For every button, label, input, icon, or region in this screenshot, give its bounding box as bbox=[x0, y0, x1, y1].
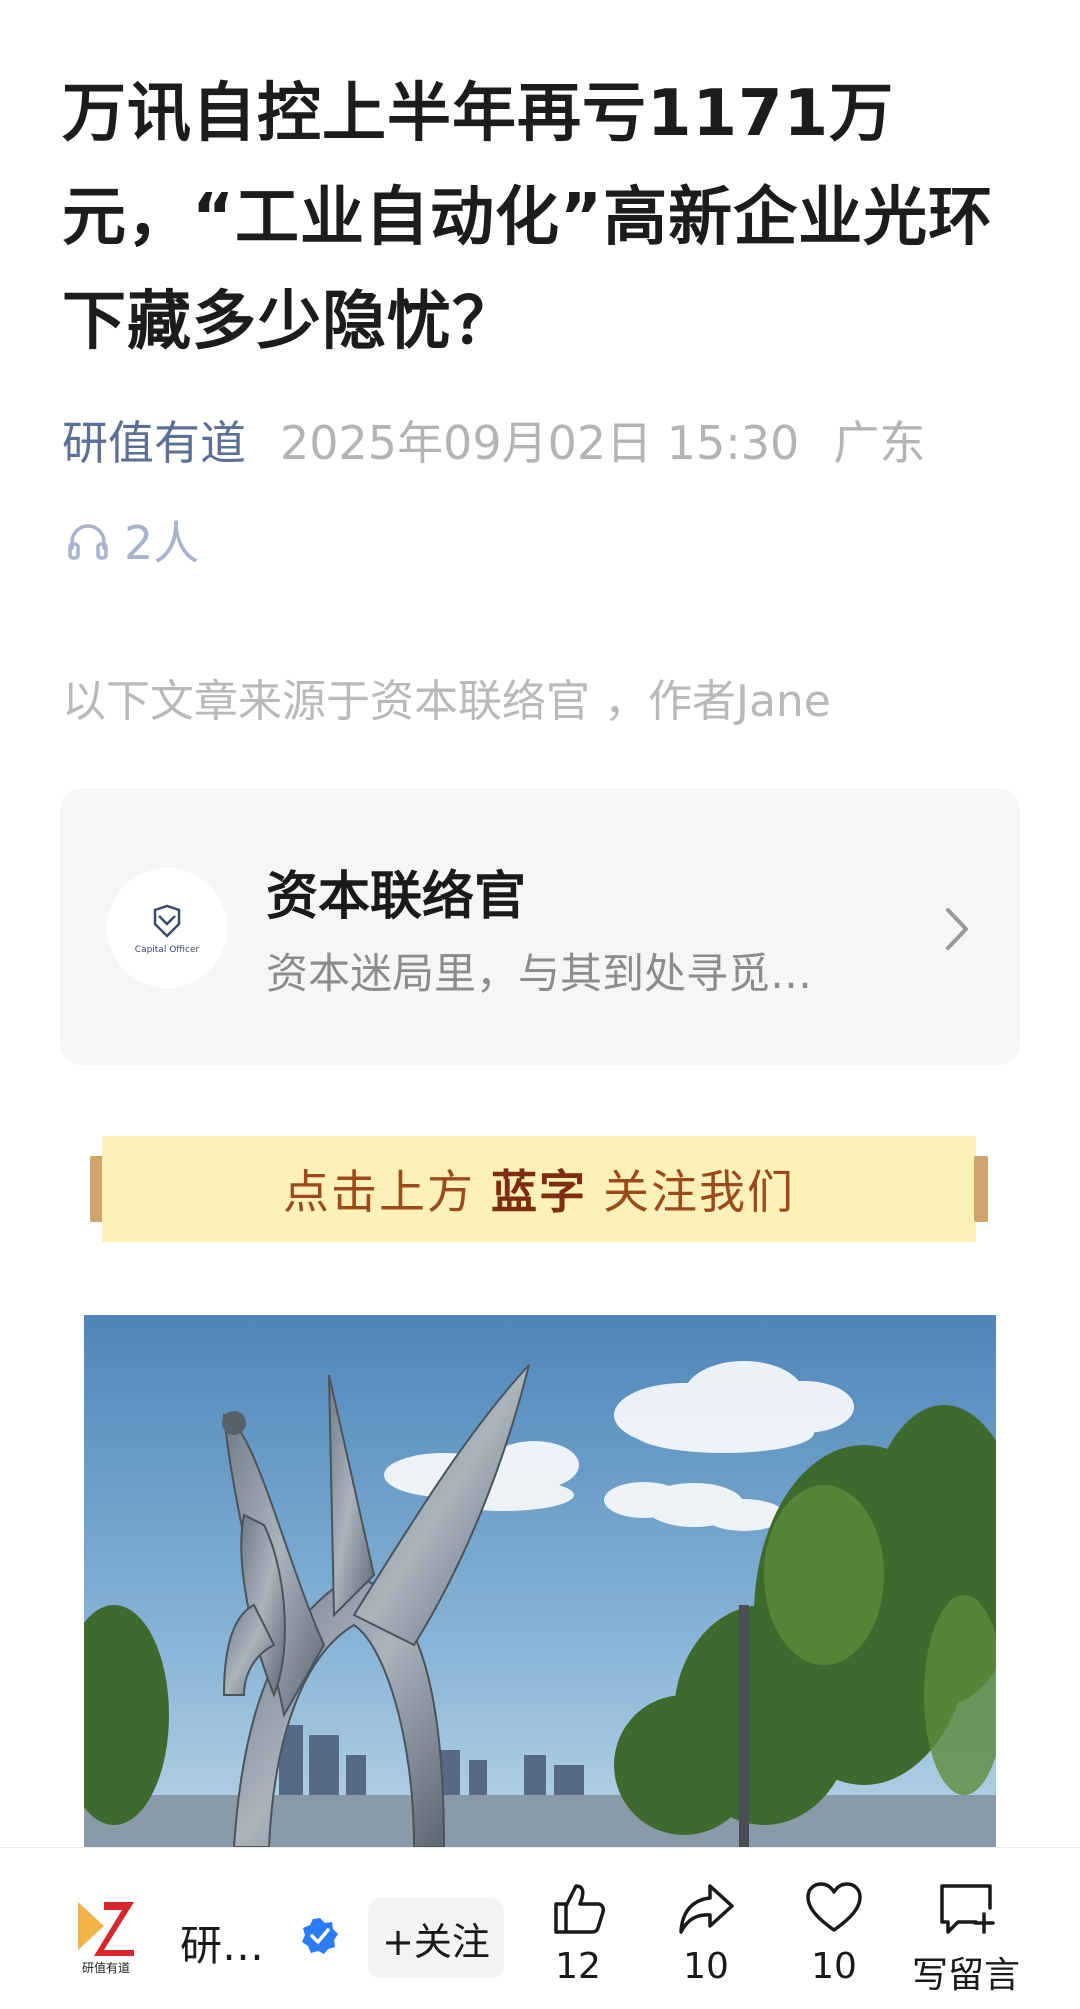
share-count: 10 bbox=[683, 1946, 729, 1987]
publish-location: 广东 bbox=[833, 416, 926, 470]
author-link[interactable]: 研值有道 bbox=[62, 416, 246, 470]
favorite-button[interactable]: 10 bbox=[764, 1878, 904, 1998]
share-arrow-icon bbox=[679, 1884, 734, 1934]
banner-right-cap bbox=[974, 1156, 988, 1222]
heart-icon bbox=[806, 1882, 862, 1932]
article-meta: 研值有道 2025年09月02日 15:30 广东 bbox=[62, 408, 1022, 478]
source-description: 资本迷局里，与其到处寻觅… bbox=[266, 949, 813, 998]
capital-officer-logo-icon bbox=[153, 904, 181, 938]
comment-add-icon bbox=[940, 1884, 995, 1934]
banner-prefix: 点击上方 bbox=[283, 1165, 475, 1219]
comment-button[interactable]: 写留言 bbox=[892, 1878, 1040, 1998]
brand-logo-text: 研值有道 bbox=[82, 1960, 130, 1975]
banner-highlight: 蓝字 bbox=[491, 1165, 587, 1219]
like-button[interactable]: 12 bbox=[508, 1878, 648, 1998]
source-avatar: Capital Officer bbox=[107, 868, 227, 988]
thumbs-up-icon bbox=[554, 1884, 605, 1934]
follow-banner[interactable]: 点击上方 蓝字 关注我们 bbox=[88, 1136, 990, 1242]
follow-button[interactable]: +关注 bbox=[368, 1898, 504, 1978]
banner-suffix: 关注我们 bbox=[603, 1165, 795, 1219]
bottom-action-bar: 研值有道 研… +关注 12 10 10 写留言 bbox=[0, 1847, 1080, 2009]
publish-datetime: 2025年09月02日 15:30 bbox=[280, 416, 800, 470]
source-account-card[interactable]: Capital Officer 资本联络官 资本迷局里，与其到处寻觅… bbox=[60, 788, 1020, 1065]
headphones-icon bbox=[68, 524, 108, 560]
brand-logo-icon: 研值有道 bbox=[74, 1896, 138, 1975]
banner-text: 点击上方 蓝字 关注我们 bbox=[102, 1136, 976, 1242]
favorite-count: 10 bbox=[811, 1946, 857, 1987]
sculpture-photo-image bbox=[84, 1315, 996, 1847]
brand-logo[interactable]: 研值有道 bbox=[74, 1896, 138, 1980]
source-logo-text: Capital Officer bbox=[134, 944, 200, 955]
source-name: 资本联络官 bbox=[266, 867, 527, 927]
listen-count[interactable]: 2人 bbox=[66, 505, 199, 575]
source-note: 以下文章来源于资本联络官 ，作者Jane bbox=[62, 676, 831, 727]
share-button[interactable]: 10 bbox=[636, 1878, 776, 1998]
article-photo[interactable] bbox=[84, 1315, 996, 1847]
verified-badge-icon bbox=[302, 1918, 338, 1954]
chevron-right-icon bbox=[946, 908, 968, 950]
like-count: 12 bbox=[555, 1946, 601, 1987]
listener-count: 2人 bbox=[124, 516, 200, 570]
article-title: 万讯自控上半年再亏1171万元，“工业自动化”高新企业光环下藏多少隐忧？ bbox=[62, 77, 994, 359]
brand-name[interactable]: 研… bbox=[180, 1912, 264, 1973]
comment-label: 写留言 bbox=[911, 1955, 1020, 1996]
